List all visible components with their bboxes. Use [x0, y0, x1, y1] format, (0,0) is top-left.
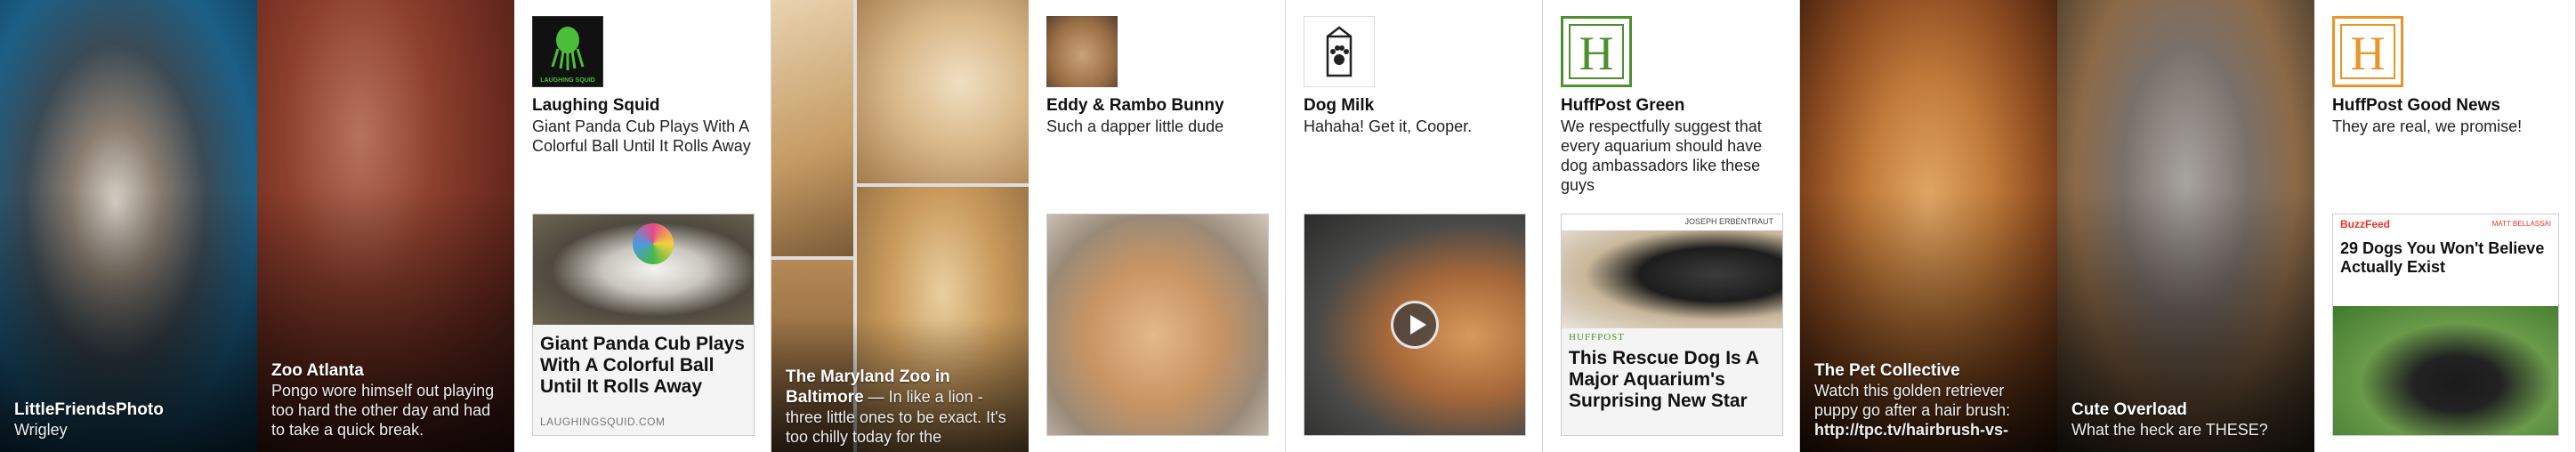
colorful-ball	[633, 223, 674, 264]
poster-name[interactable]: Zoo Atlanta	[271, 360, 502, 381]
page-name[interactable]: HuffPost Good News	[2332, 96, 2561, 116]
post-message: Giant Panda Cub Plays With A Colorful Ba…	[532, 117, 751, 155]
feed-tile-zoo-atlanta[interactable]: Zoo Atlanta Pongo wore himself out playi…	[257, 0, 514, 452]
post-message: They are real, we promise!	[2332, 117, 2523, 135]
dog-with-bunnies-photo	[2057, 0, 2314, 452]
logo-letter: H	[2340, 24, 2395, 80]
poster-name[interactable]: Cute Overload	[2071, 400, 2302, 420]
link-domain: LAUGHINGSQUID.COM	[540, 416, 666, 428]
link-title[interactable]: 29 Dogs You Won't Believe Actually Exist	[2340, 239, 2551, 277]
bunny-avatar	[1046, 16, 1118, 87]
feed-tile-littlefriendsphoto[interactable]: LittleFriendsPhoto Wrigley	[0, 0, 257, 452]
link-preview[interactable]: Giant Panda Cub Plays With A Colorful Ba…	[532, 214, 755, 436]
logo-letter: H	[1569, 24, 1624, 80]
huffpost-good-news-logo: H	[2332, 16, 2403, 87]
post-message: Such a dapper little dude	[1046, 117, 1224, 135]
lion-cub-photo-2	[857, 0, 1029, 183]
feed-tile-eddy-rambo-bunny[interactable]: Eddy & Rambo Bunny Such a dapper little …	[1029, 0, 1286, 452]
page-name[interactable]: Laughing Squid	[532, 96, 756, 116]
link-preview[interactable]: BuzzFeed MATT BELLASSAI 29 Dogs You Won'…	[2332, 214, 2559, 436]
link-title[interactable]: Giant Panda Cub Plays With A Colorful Ba…	[540, 334, 747, 398]
page-name[interactable]: Dog Milk	[1304, 96, 1528, 116]
play-button-icon[interactable]	[1391, 301, 1439, 349]
poster-name[interactable]: The Pet Collective	[1814, 360, 2045, 381]
article-author: MATT BELLASSAI	[2491, 220, 2551, 228]
feed-tile-pet-collective[interactable]: The Pet Collective Watch this golden ret…	[1800, 0, 2057, 452]
bunny-photo[interactable]	[1046, 214, 1269, 436]
feed-tile-dog-milk[interactable]: Dog Milk Hahaha! Get it, Cooper.	[1286, 0, 1543, 452]
post-message: Hahaha! Get it, Cooper.	[1304, 117, 1473, 135]
squid-icon	[551, 27, 585, 70]
milk-carton-icon	[1326, 26, 1353, 77]
poster-name[interactable]: LittleFriendsPhoto	[14, 400, 245, 420]
page-name[interactable]: HuffPost Green	[1561, 96, 1785, 116]
dog-underwater-photo	[0, 0, 257, 452]
post-message: We respectfully suggest that every aquar…	[1561, 117, 1763, 194]
lion-cub-photo-1	[771, 0, 853, 256]
feed-tile-cute-overload[interactable]: Cute Overload What the heck are THESE?	[2057, 0, 2314, 452]
feed-tile-huffpost-good-news[interactable]: H HuffPost Good News They are real, we p…	[2314, 0, 2576, 452]
feed-tile-huffpost-green[interactable]: H HuffPost Green We respectfully suggest…	[1543, 0, 1800, 452]
link-title[interactable]: This Rescue Dog Is A Major Aquarium's Su…	[1569, 348, 1775, 412]
feed-tile-laughing-squid[interactable]: LAUGHING SQUID Laughing Squid Giant Pand…	[514, 0, 771, 452]
post-text: Watch this golden retriever puppy go aft…	[1814, 382, 2011, 419]
panda-photo	[533, 214, 754, 325]
post-text: Wrigley	[14, 421, 68, 439]
laughing-squid-logo: LAUGHING SQUID	[532, 16, 603, 87]
huffpost-wordmark: HUFFPOST	[1569, 332, 1626, 343]
tile-caption: Zoo Atlanta Pongo wore himself out playi…	[271, 360, 502, 440]
video-preview[interactable]	[1304, 214, 1526, 436]
huffpost-green-logo: H	[1561, 16, 1632, 87]
buzzfeed-wordmark: BuzzFeed	[2340, 218, 2391, 230]
tile-caption: Cute Overload What the heck are THESE?	[2071, 400, 2302, 440]
post-text: What the heck are THESE?	[2071, 421, 2268, 439]
post-text: Pongo wore himself out playing too hard …	[271, 382, 495, 439]
rescue-dog-photo	[1562, 230, 1782, 328]
tile-caption: LittleFriendsPhoto Wrigley	[14, 400, 245, 440]
feed-tile-maryland-zoo[interactable]: The Maryland Zoo in Baltimore — In like …	[771, 0, 1029, 452]
article-header: JOSEPH ERBENTRAUT	[1562, 214, 1782, 231]
dog-milk-logo	[1304, 16, 1375, 87]
photo-feed-strip: LittleFriendsPhoto Wrigley Zoo Atlanta P…	[0, 0, 2576, 452]
article-author: JOSEPH ERBENTRAUT	[1684, 217, 1773, 226]
tile-caption: The Pet Collective Watch this golden ret…	[1814, 360, 2045, 440]
dog-on-grass-photo	[2333, 306, 2558, 435]
link-preview[interactable]: JOSEPH ERBENTRAUT HUFFPOST This Rescue D…	[1561, 214, 1783, 436]
post-link[interactable]: http://tpc.tv/hairbrush-vs-	[1814, 420, 2045, 440]
tile-caption: The Maryland Zoo in Baltimore — In like …	[786, 367, 1016, 447]
page-name[interactable]: Eddy & Rambo Bunny	[1046, 96, 1271, 116]
logo-caption: LAUGHING SQUID	[540, 77, 595, 84]
